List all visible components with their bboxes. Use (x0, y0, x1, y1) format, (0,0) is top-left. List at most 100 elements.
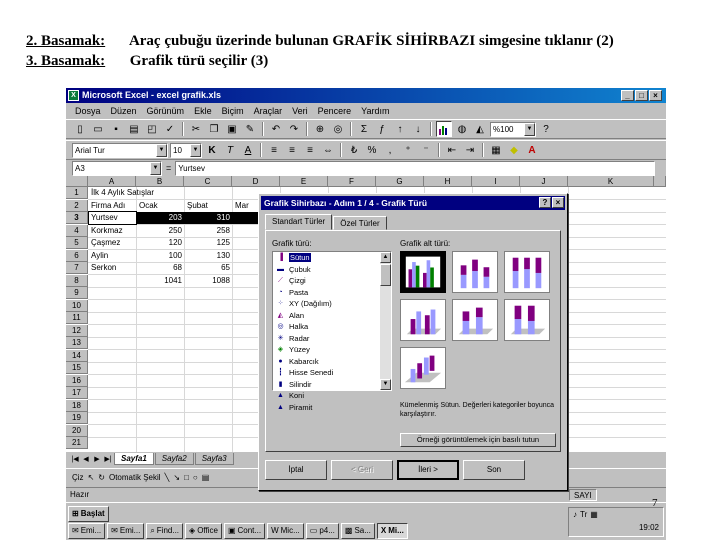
row-header[interactable]: 13 (66, 337, 88, 349)
task-button[interactable]: ▩ Sa... (340, 523, 375, 539)
paste-icon[interactable]: ▣ (224, 121, 240, 137)
help-icon[interactable]: ? (539, 197, 551, 208)
cell-b8[interactable]: 1041 (136, 275, 184, 287)
cell-a1[interactable]: İlk 4 Aylık Satışlar (89, 187, 229, 199)
cell-c5[interactable]: 125 (184, 237, 232, 249)
cell-b7[interactable]: 68 (136, 262, 184, 274)
tab-custom-types[interactable]: Özel Türler (333, 216, 387, 230)
chart-type-item[interactable]: ▲ Koni (273, 390, 391, 402)
cell-c3[interactable]: 310 (184, 212, 232, 224)
formula-input[interactable]: Yurtsev (175, 160, 656, 176)
font-name-select[interactable]: Arial Tur ▼ (72, 142, 168, 158)
bold-icon[interactable]: K (204, 142, 220, 158)
chart-type-item[interactable]: ▮ Silindir (273, 379, 391, 391)
print-preview-icon[interactable]: ◰ (144, 121, 160, 137)
cell-b3[interactable]: 203 (136, 212, 184, 224)
currency-icon[interactable]: ₺ (346, 142, 362, 158)
column-header[interactable]: I (472, 176, 520, 187)
menu-dosya[interactable]: Dosya (70, 104, 106, 118)
borders-icon[interactable]: ▦ (488, 142, 504, 158)
close-button[interactable]: × (649, 90, 662, 101)
cell-c4[interactable]: 258 (184, 225, 232, 237)
cell-b6[interactable]: 100 (136, 250, 184, 262)
cell-c8[interactable]: 1088 (184, 275, 232, 287)
name-box-arrow[interactable]: ▼ (150, 161, 161, 175)
cell-a5[interactable]: Çaşmez (89, 237, 136, 249)
cell-b2[interactable]: Ocak (137, 200, 184, 212)
column-header[interactable]: D (232, 176, 280, 187)
subtype-100-stacked-column[interactable] (504, 251, 550, 293)
menu-duzen[interactable]: Düzen (106, 104, 142, 118)
font-size-select[interactable]: 10 ▼ (170, 142, 202, 158)
decrease-indent-icon[interactable]: ⇤ (444, 142, 460, 158)
chart-wizard-icon[interactable] (436, 121, 452, 137)
cell-c2[interactable]: Şubat (185, 200, 232, 212)
sheet-tab-sayfa3[interactable]: Sayfa3 (194, 453, 234, 465)
increase-indent-icon[interactable]: ⇥ (462, 142, 478, 158)
row-header[interactable]: 14 (66, 349, 88, 362)
subtype-3d-column[interactable] (400, 347, 446, 389)
copy-icon[interactable]: ❐ (206, 121, 222, 137)
name-box[interactable]: A3 ▼ (72, 160, 162, 176)
comma-style-icon[interactable]: , (382, 142, 398, 158)
scroll-thumb[interactable] (380, 264, 391, 286)
italic-icon[interactable]: T (222, 142, 238, 158)
align-left-icon[interactable]: ≡ (266, 142, 282, 158)
hyperlink-icon[interactable]: ⊕ (312, 121, 328, 137)
row-header[interactable]: 6 (66, 249, 88, 262)
autosum-icon[interactable]: Σ (356, 121, 372, 137)
select-all-corner[interactable] (66, 176, 88, 187)
save-icon[interactable]: ▪ (108, 121, 124, 137)
back-button[interactable]: < Geri (331, 460, 393, 480)
row-header[interactable]: 5 (66, 237, 88, 249)
arrow-tool-icon[interactable]: ↘ (173, 473, 180, 482)
autoshapes-menu[interactable]: Otomatik Şekil (109, 473, 161, 482)
subtype-3d-clustered-column[interactable] (400, 299, 446, 341)
task-button[interactable]: W Mic... (267, 523, 304, 539)
draw-menu[interactable]: Çiz (72, 473, 84, 482)
chart-subtype-grid[interactable] (400, 251, 556, 391)
increase-decimal-icon[interactable]: ⁺ (400, 142, 416, 158)
rectangle-tool-icon[interactable]: □ (184, 473, 189, 482)
last-sheet-icon[interactable]: ▶| (103, 455, 113, 463)
row-header[interactable]: 3 (66, 212, 88, 224)
cell-a2[interactable]: Firma Adı (89, 200, 136, 212)
row-header[interactable]: 1 (66, 187, 88, 199)
press-to-view-sample-button[interactable]: Örneği görüntülemek için basılı tutun (400, 433, 556, 447)
cell-b5[interactable]: 120 (136, 237, 184, 249)
equals-icon[interactable]: = (166, 163, 171, 173)
undo-icon[interactable]: ↶ (268, 121, 284, 137)
column-header[interactable]: J (520, 176, 568, 187)
chart-type-item[interactable]: ◎ Halka (273, 321, 391, 333)
chart-type-item[interactable]: ✳ Radar (273, 333, 391, 345)
cell-a7[interactable]: Serkon (89, 262, 136, 274)
decrease-decimal-icon[interactable]: ⁻ (418, 142, 434, 158)
row-header[interactable]: 15 (66, 362, 88, 374)
row-header[interactable]: 17 (66, 387, 88, 399)
chart-type-item[interactable]: ▲ Piramit (273, 402, 391, 414)
chart-type-list[interactable]: ▐ Sütun ▬ Çubuk ⟋ Çizgi ◔ Pasta ⁘ XY (Dağılım… (272, 251, 392, 412)
row-header[interactable]: 20 (66, 424, 88, 437)
prev-sheet-icon[interactable]: ◀ (81, 455, 91, 463)
cancel-button[interactable]: İptal (265, 460, 327, 480)
start-button[interactable]: ⊞ Başlat (68, 506, 109, 522)
tab-standard-types[interactable]: Standart Türler (265, 214, 333, 230)
sort-ascending-icon[interactable]: ↑ (392, 121, 408, 137)
subtype-clustered-column[interactable] (400, 251, 446, 293)
finish-button[interactable]: Son (463, 460, 525, 480)
map-icon[interactable]: ◍ (454, 121, 470, 137)
office-assistant-icon[interactable]: ? (538, 121, 554, 137)
chart-type-item[interactable]: ◈ Yüzey (273, 344, 391, 356)
cell-a4[interactable]: Korkmaz (89, 225, 136, 237)
next-sheet-icon[interactable]: ▶ (92, 455, 102, 463)
task-button[interactable]: ▣ Cont... (223, 523, 266, 539)
next-button[interactable]: İleri > (397, 460, 459, 480)
column-header[interactable]: A (88, 176, 136, 187)
cell-d3[interactable] (232, 212, 258, 224)
row-header[interactable]: 16 (66, 374, 88, 387)
column-header[interactable]: E (280, 176, 328, 187)
task-button-excel-active[interactable]: X Mi... (376, 523, 408, 539)
task-button[interactable]: ⌕ Find... (146, 523, 184, 539)
web-toolbar-icon[interactable]: ◎ (330, 121, 346, 137)
grid-vscroll[interactable] (654, 176, 666, 187)
